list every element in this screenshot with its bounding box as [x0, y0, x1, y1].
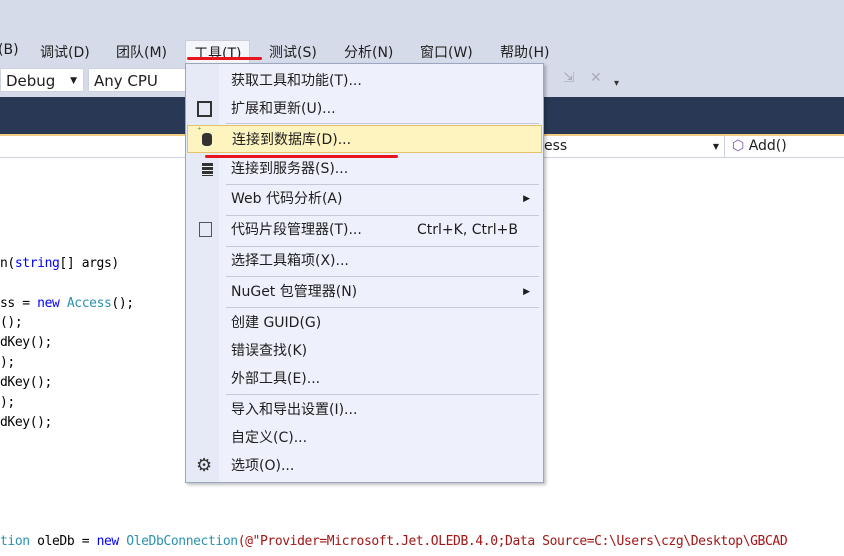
code-line[interactable]: tion oleDb = new OleDbConnection(@"Provi… — [0, 534, 788, 549]
code-line[interactable]: ); — [0, 395, 15, 410]
gear-icon: ⚙ — [196, 455, 213, 476]
menu-team[interactable]: 团队(M) — [116, 42, 167, 62]
code-line[interactable]: dKey(); — [0, 415, 52, 430]
menu-item-error-lookup[interactable]: 错误查找(K) — [187, 337, 542, 365]
platform-dropdown[interactable]: Any CPU — [88, 68, 188, 92]
menu-item-import-export-settings[interactable]: 导入和导出设置(I)... — [187, 396, 542, 424]
server-connect-icon — [202, 163, 213, 176]
menu-debug[interactable]: 调试(D) — [40, 42, 90, 62]
chevron-down-icon: ▼ — [70, 76, 77, 86]
menu-help[interactable]: 帮助(H) — [500, 42, 549, 62]
annotation-underline — [205, 155, 398, 158]
separator — [226, 307, 539, 308]
menu-item-snippets-manager[interactable]: 代码片段管理器(T)... Ctrl+K, Ctrl+B — [187, 216, 542, 244]
extensions-icon — [197, 101, 212, 117]
code-line[interactable]: (); — [0, 315, 23, 330]
method-dropdown[interactable]: ⬡ Add() — [732, 136, 844, 157]
menu-bar: (B) 调试(D) 团队(M) 工具(T) 测试(S) 分析(N) 窗口(W) … — [0, 0, 844, 67]
submenu-arrow-icon: ▶ — [523, 287, 530, 297]
code-line[interactable]: ss = new Access(); — [0, 296, 134, 311]
submenu-arrow-icon: ▶ — [523, 194, 530, 204]
code-line[interactable]: n(string[] args) — [0, 256, 119, 271]
method-icon: ⬡ — [732, 138, 745, 154]
separator — [226, 394, 539, 395]
chevron-down-icon: ▼ — [712, 142, 719, 151]
menu-item-extensions[interactable]: 扩展和更新(U)... — [187, 95, 542, 123]
menu-item-choose-toolbox-items[interactable]: 选择工具箱项(X)... — [187, 247, 542, 275]
clear-bookmark-icon[interactable]: ✕ — [590, 70, 602, 86]
code-line[interactable]: ); — [0, 355, 15, 370]
annotation-underline — [187, 57, 262, 60]
snippet-icon — [199, 222, 212, 237]
menu-item-connect-database[interactable]: ⁺ 连接到数据库(D)... — [187, 125, 542, 153]
menu-item-options[interactable]: ⚙ 选项(O)... — [187, 452, 542, 480]
menu-test[interactable]: 测试(S) — [269, 42, 317, 62]
menu-item-nuget[interactable]: NuGet 包管理器(N) ▶ — [187, 278, 542, 306]
menu-item-get-tools[interactable]: 获取工具和功能(T)... — [187, 67, 542, 95]
menu-item-create-guid[interactable]: 创建 GUID(G) — [187, 309, 542, 337]
toolbar-overflow-icon[interactable]: ▾ — [614, 78, 619, 89]
menu-item-customize[interactable]: 自定义(C)... — [187, 424, 542, 452]
tools-menu: 获取工具和功能(T)... 扩展和更新(U)... ⁺ 连接到数据库(D)... … — [185, 63, 544, 483]
menu-item-web-code-analysis[interactable]: Web 代码分析(A) ▶ — [187, 185, 542, 213]
config-dropdown[interactable]: Debug ▼ — [0, 68, 84, 92]
menu-item-connect-server[interactable]: 连接到服务器(S)... — [187, 155, 542, 183]
separator — [226, 276, 539, 277]
menu-build[interactable]: (B) — [0, 42, 19, 58]
database-connect-icon — [202, 133, 212, 146]
menu-window[interactable]: 窗口(W) — [420, 42, 473, 62]
menu-analyze[interactable]: 分析(N) — [344, 42, 393, 62]
bookmark-icon[interactable]: ⇲ — [563, 70, 575, 86]
separator — [226, 123, 539, 124]
menu-item-external-tools[interactable]: 外部工具(E)... — [187, 365, 542, 393]
code-line[interactable]: dKey(); — [0, 335, 52, 350]
code-line[interactable]: dKey(); — [0, 375, 52, 390]
plug-icon: ⁺ — [197, 126, 202, 136]
member-dropdown[interactable]: ess ▼ — [544, 136, 725, 157]
